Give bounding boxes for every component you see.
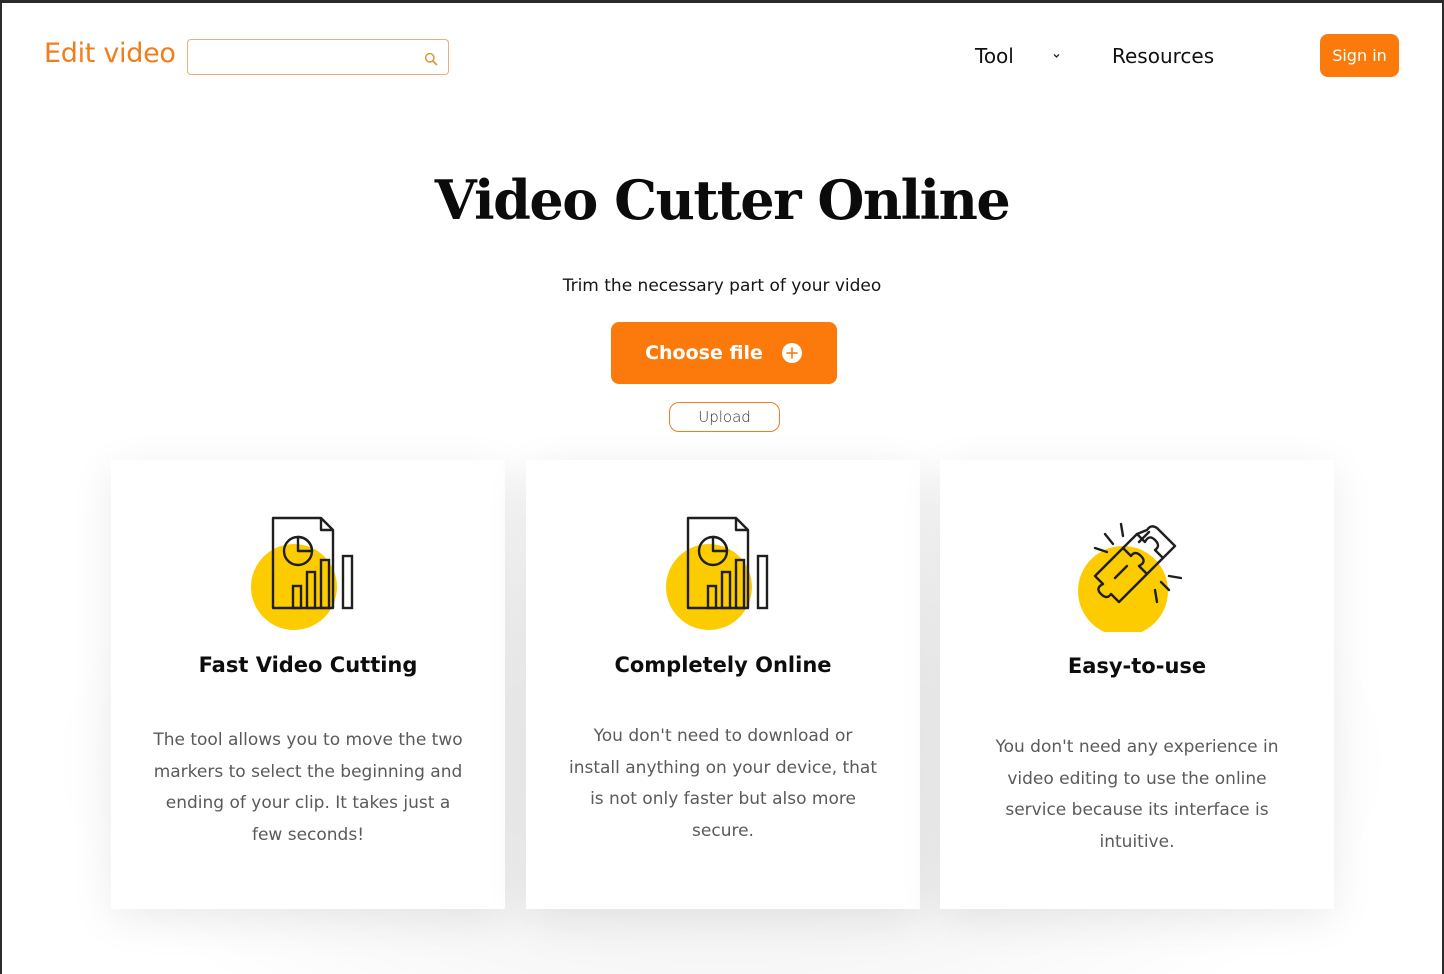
search-bar[interactable] (187, 39, 449, 75)
search-icon[interactable] (424, 52, 438, 66)
feature-title: Completely Online (614, 653, 832, 677)
nav-resources[interactable]: Resources (1112, 44, 1214, 68)
feature-card-online: Completely Online You don't need to down… (526, 460, 920, 909)
nav-tool[interactable]: Tool (975, 44, 1014, 68)
puzzle-icon (1078, 522, 1183, 632)
feature-card-easy: Easy-to-use You don't need any experienc… (940, 460, 1334, 909)
search-input[interactable] (196, 46, 420, 70)
sign-in-button[interactable]: Sign in (1320, 34, 1399, 77)
feature-description: You don't need any experience in video e… (995, 737, 1279, 852)
feature-title: Easy-to-use (1067, 654, 1207, 678)
plus-circle-icon (781, 343, 802, 363)
document-chart-icon (251, 516, 354, 630)
chevron-down-icon[interactable] (1051, 52, 1062, 60)
choose-file-button[interactable]: Choose file (611, 322, 837, 384)
brand-logo[interactable]: Edit video (44, 38, 176, 69)
choose-file-label: Choose file (645, 342, 763, 364)
upload-button[interactable]: Upload (669, 402, 780, 432)
feature-title: Fast Video Cutting (198, 653, 418, 677)
page-subtitle: Trim the necessary part of your video (562, 276, 882, 296)
page-title: Video Cutter Online (434, 168, 1011, 232)
feature-description: You don't need to download or install an… (568, 726, 878, 841)
feature-description: The tool allows you to move the two mark… (153, 730, 463, 845)
feature-card-fast-cutting: Fast Video Cutting The tool allows you t… (111, 460, 505, 909)
document-chart-icon (666, 516, 769, 630)
